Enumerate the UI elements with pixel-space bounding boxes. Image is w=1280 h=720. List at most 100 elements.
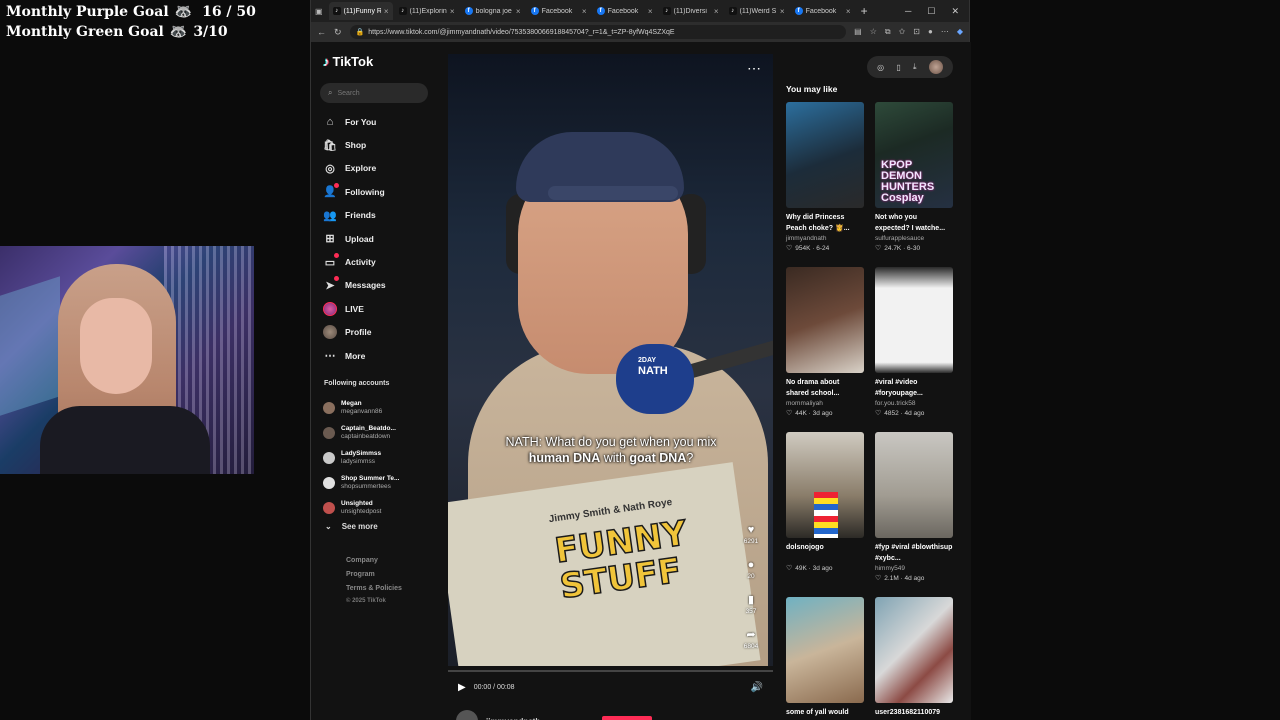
browser-tab[interactable]: f Facebook × [791,2,855,20]
browser-tab[interactable]: ♪ (11)Explorin × [395,2,459,20]
video-thumbnail[interactable] [875,267,953,373]
share-icon[interactable]: ➦ [746,629,755,641]
browser-tab[interactable]: ♪ (11)Diversi × [659,2,723,20]
sidebar-item-following[interactable]: 👤 Following [323,180,443,203]
following-account[interactable]: Unsighted unsightedpost [323,495,443,520]
sidebar-item-label: Profile [345,327,372,338]
browser-tab[interactable]: f Facebook × [593,2,657,20]
video-thumbnail[interactable] [786,267,864,373]
favorites-icon[interactable]: ✩ [899,27,906,37]
comment-icon[interactable]: ● [748,559,755,571]
close-tab-icon[interactable]: × [450,7,455,16]
browser-tab[interactable]: f Facebook × [527,2,591,20]
video-progress-bar[interactable] [448,670,773,672]
back-button[interactable]: ← [317,27,326,37]
download-icon[interactable]: ⤓ [913,62,917,72]
sidebar-item-label: Upload [345,233,374,244]
coins-icon[interactable]: ◎ [877,63,884,72]
recommended-video-card[interactable]: Why did Princess Peach choke? 👸... jimmya… [786,102,864,254]
more-options-icon[interactable]: ⋯ [747,60,761,77]
tab-label: Facebook [541,7,573,15]
video-thumbnail[interactable]: KPOP DEMON HUNTERS Cosplay [875,102,953,208]
close-tab-icon[interactable]: × [780,7,785,16]
profile-icon[interactable]: ● [928,27,933,37]
bookmark-icon[interactable]: ▮ [748,594,754,606]
sidebar-item-shop[interactable]: 🛍 Shop [323,133,443,156]
avatar[interactable] [456,710,478,720]
collections-icon[interactable]: ⊡ [913,27,920,37]
sidebar-item-live[interactable]: LIVE [323,297,443,320]
browser-tab[interactable]: ♪ (11)Weird S × [725,2,789,20]
close-tab-icon[interactable]: × [846,7,851,16]
sidebar-item-friends[interactable]: 👥 Friends [323,204,443,227]
video-caption: NATH: What do you get when you mix human… [505,435,717,465]
more-icon: ⋯ [324,350,336,363]
sidebar-item-explore[interactable]: ◎ Explore [323,157,443,180]
refresh-button[interactable]: ↻ [334,27,342,38]
search-icon: ⌕ [328,88,333,97]
recommended-video-card[interactable]: No drama about shared school... mommaliya… [786,267,864,419]
video-thumbnail[interactable] [875,597,953,703]
video-thumbnail[interactable] [786,102,864,208]
tiktok-logo[interactable]: ♪ TikTok [323,54,373,69]
sidebar-item-label: Following [345,186,385,197]
sidebar-item-for-you[interactable]: ⌂ For You [323,110,443,133]
close-tab-icon[interactable]: × [582,7,587,16]
follow-button[interactable] [602,716,653,720]
settings-more-icon[interactable]: ⋯ [941,27,949,37]
following-account[interactable]: Captain_Beatdo... captainbeatdown [323,420,443,445]
device-icon[interactable]: ▯ [896,63,900,72]
address-bar: ← ↻ 🔒 https://www.tiktok.com/@jimmyandna… [311,22,969,42]
new-tab-button[interactable]: + [861,4,868,18]
messages-icon: ➤ [323,276,339,292]
video-thumbnail[interactable] [786,597,864,703]
close-tab-icon[interactable]: × [516,7,521,16]
close-tab-icon[interactable]: × [714,7,719,16]
read-aloud-icon[interactable]: ▤ [854,27,862,37]
copilot-icon[interactable]: ◆ [957,27,963,37]
sidebar-item-upload[interactable]: ⊞ Upload [323,227,443,250]
following-account[interactable]: Megan meganvann86 [323,395,443,420]
video-player[interactable]: 2DAY NATH Jimmy Smith & Nath Roye FUNNY … [448,54,773,666]
close-window-button[interactable]: ✕ [951,6,959,17]
tab-actions-icon[interactable]: ▣ [315,7,323,16]
sidebar-item-profile[interactable]: Profile [323,321,443,344]
recommended-video-card[interactable]: user2381682110079 [875,597,953,720]
following-account[interactable]: LadySimmss ladysimmss [323,445,443,470]
see-more-button[interactable]: ⌄ See more [325,522,378,531]
close-tab-icon[interactable]: × [384,7,389,16]
play-icon[interactable]: ▶ [458,682,466,693]
minimize-button[interactable]: ─ [905,6,911,17]
company-link[interactable]: Company [346,554,402,568]
heart-icon: ♡ [786,565,793,572]
video-thumbnail[interactable] [875,432,953,538]
heart-icon: ♡ [875,245,882,252]
following-account[interactable]: Shop Summer Te... shopsummertees [323,470,443,495]
favorite-star-icon[interactable]: ☆ [870,27,877,37]
program-link[interactable]: Program [346,568,402,582]
volume-icon[interactable]: 🔊 [751,682,763,693]
recommended-video-card[interactable]: dolsnojogo ♡ 49K · 3d ago [786,432,864,574]
maximize-button[interactable]: ☐ [927,6,935,17]
profile-icon [323,325,337,340]
recommended-video-card[interactable]: #fyp #viral #blowthisup #xybc... himmy549… [875,432,953,584]
heart-icon[interactable]: ♥ [748,524,755,536]
green-goal-value: 3/10 [193,24,228,40]
video-thumbnail[interactable] [786,432,864,538]
recommended-video-card[interactable]: KPOP DEMON HUNTERS Cosplay Not who you ex… [875,102,953,254]
browser-tab[interactable]: ♪ (11)Funny R × [328,2,393,20]
avatar[interactable] [928,60,943,74]
browser-tab[interactable]: f bologna joe × [461,2,525,20]
recommended-video-card[interactable]: some of yall would [786,597,864,720]
video-author: jimmyandnath [786,235,827,242]
sidebar-item-activity[interactable]: ▭ Activity [323,250,443,273]
url-field[interactable]: 🔒 https://www.tiktok.com/@jimmyandnath/v… [349,25,847,39]
recommended-video-card[interactable]: #viral #video #foryoupage... for.you.tric… [875,267,953,419]
sidebar-item-more[interactable]: ⋯ More [323,344,443,367]
close-tab-icon[interactable]: × [648,7,653,16]
author-handle[interactable]: jimmyandnath [486,717,540,720]
extensions-icon[interactable]: ⧉ [885,27,891,37]
sidebar-item-messages[interactable]: ➤ Messages [323,274,443,297]
terms-link[interactable]: Terms & Policies [346,582,402,596]
search-input[interactable]: ⌕ Search [320,83,428,103]
